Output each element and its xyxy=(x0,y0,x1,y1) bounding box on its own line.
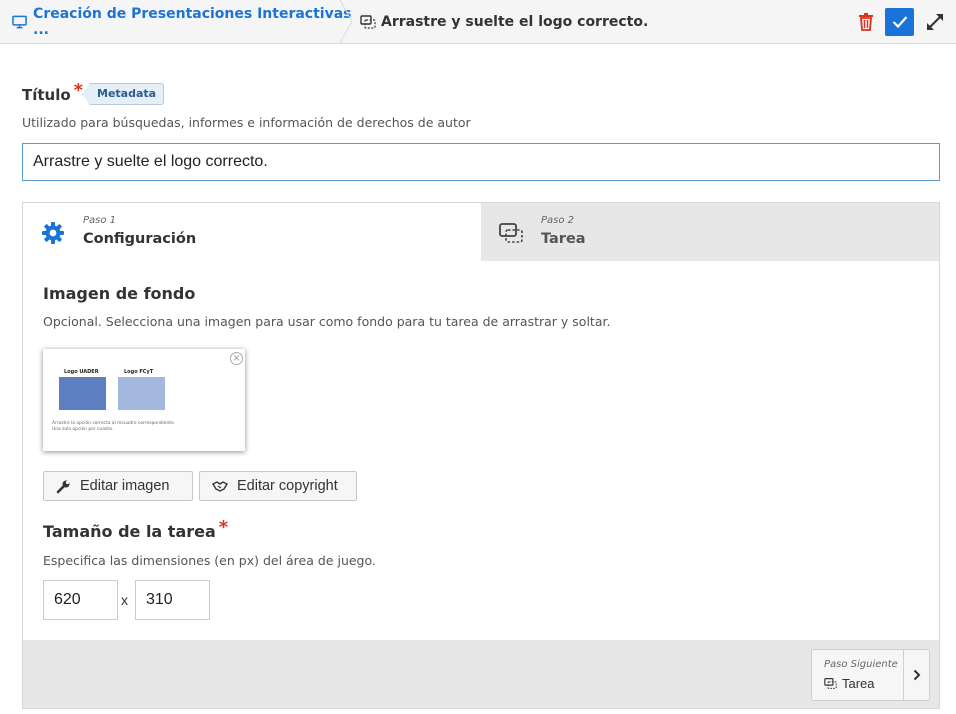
gear-icon xyxy=(42,222,64,244)
breadcrumb-current: Arrastre y suelte el logo correcto. xyxy=(360,0,648,43)
background-thumbnail[interactable]: Logo UADER Logo FCyT Arrastre la opción … xyxy=(43,349,245,451)
tab-step-label: Paso 2 xyxy=(541,215,575,226)
tab-configuracion[interactable]: Paso 1 Configuración xyxy=(23,203,481,261)
thumbnail-caption: Arrastre la opción correcta al recuadro … xyxy=(52,421,175,432)
handshake-icon xyxy=(212,481,228,492)
tab-step-label: Paso 1 xyxy=(83,215,117,226)
tab-label: Tarea xyxy=(541,231,586,247)
height-input[interactable]: 310 xyxy=(135,580,210,620)
thumbnail-dropzone-left xyxy=(59,377,106,410)
expand-icon[interactable] xyxy=(925,12,945,32)
metadata-badge[interactable]: Metadata xyxy=(82,83,165,105)
edit-copyright-label: Editar copyright xyxy=(237,478,338,494)
next-step-name: Tarea xyxy=(824,676,875,691)
edit-image-button[interactable]: Editar imagen xyxy=(43,471,193,501)
edit-copyright-button[interactable]: Editar copyright xyxy=(199,471,357,501)
top-bar: Creación de Presentaciones Interactivas … xyxy=(0,0,956,44)
breadcrumb-current-label: Arrastre y suelte el logo correcto. xyxy=(381,13,649,30)
title-input[interactable]: Arrastre y suelte el logo correcto. xyxy=(22,143,940,181)
thumbnail-caption-line2: Una sola opción por cuadro. xyxy=(52,426,114,432)
wizard-footer: Paso Siguiente Tarea xyxy=(23,640,939,708)
required-marker: * xyxy=(218,517,229,538)
presentation-icon xyxy=(12,15,27,28)
check-icon xyxy=(892,16,907,29)
dimension-separator: x xyxy=(121,592,128,608)
size-description: Especifica las dimensiones (en px) del á… xyxy=(43,553,376,568)
drag-drop-icon xyxy=(360,14,376,29)
next-step-label: Tarea xyxy=(842,676,875,691)
background-title-text: Imagen de fondo xyxy=(43,284,196,303)
required-marker: * xyxy=(73,80,84,101)
wizard-tabs: Paso 1 Configuración Paso 2 Tarea xyxy=(23,203,939,261)
trash-icon[interactable] xyxy=(858,13,874,31)
thumbnail-caption-line1: Arrastre la opción correcta al recuadro … xyxy=(52,421,176,426)
thumbnail-dropzone-right xyxy=(118,377,165,410)
wrench-icon xyxy=(56,480,70,493)
title-label-text: Título xyxy=(22,85,71,104)
save-button[interactable] xyxy=(885,8,914,36)
next-step-caption: Paso Siguiente xyxy=(824,659,898,670)
size-section-title: Tamaño de la tarea * xyxy=(43,517,228,542)
wizard-panel: Paso 1 Configuración Paso 2 Tarea Imagen… xyxy=(22,202,940,709)
remove-image-icon[interactable]: × xyxy=(230,352,243,365)
title-description: Utilizado para búsquedas, informes e inf… xyxy=(22,115,471,130)
tab-tarea[interactable]: Paso 2 Tarea xyxy=(481,203,939,261)
edit-image-label: Editar imagen xyxy=(80,478,170,494)
width-input[interactable]: 620 xyxy=(43,580,118,620)
drag-drop-icon xyxy=(824,678,837,689)
chevron-right-icon xyxy=(903,650,930,700)
thumbnail-label-left: Logo UADER xyxy=(64,369,99,375)
drag-drop-icon xyxy=(499,223,523,243)
background-description: Opcional. Selecciona una imagen para usa… xyxy=(43,314,611,329)
breadcrumb-parent-label: Creación de Presentaciones Interactivas … xyxy=(33,5,352,38)
breadcrumb-separator xyxy=(339,0,353,43)
tab-label: Configuración xyxy=(83,231,197,247)
background-section-title: Imagen de fondo xyxy=(43,284,195,303)
thumbnail-label-right: Logo FCyT xyxy=(124,369,154,375)
breadcrumb-parent[interactable]: Creación de Presentaciones Interactivas … xyxy=(0,0,352,43)
size-title-text: Tamaño de la tarea xyxy=(43,522,216,541)
next-step-button[interactable]: Paso Siguiente Tarea xyxy=(811,649,930,701)
title-label: Título * xyxy=(22,80,83,105)
